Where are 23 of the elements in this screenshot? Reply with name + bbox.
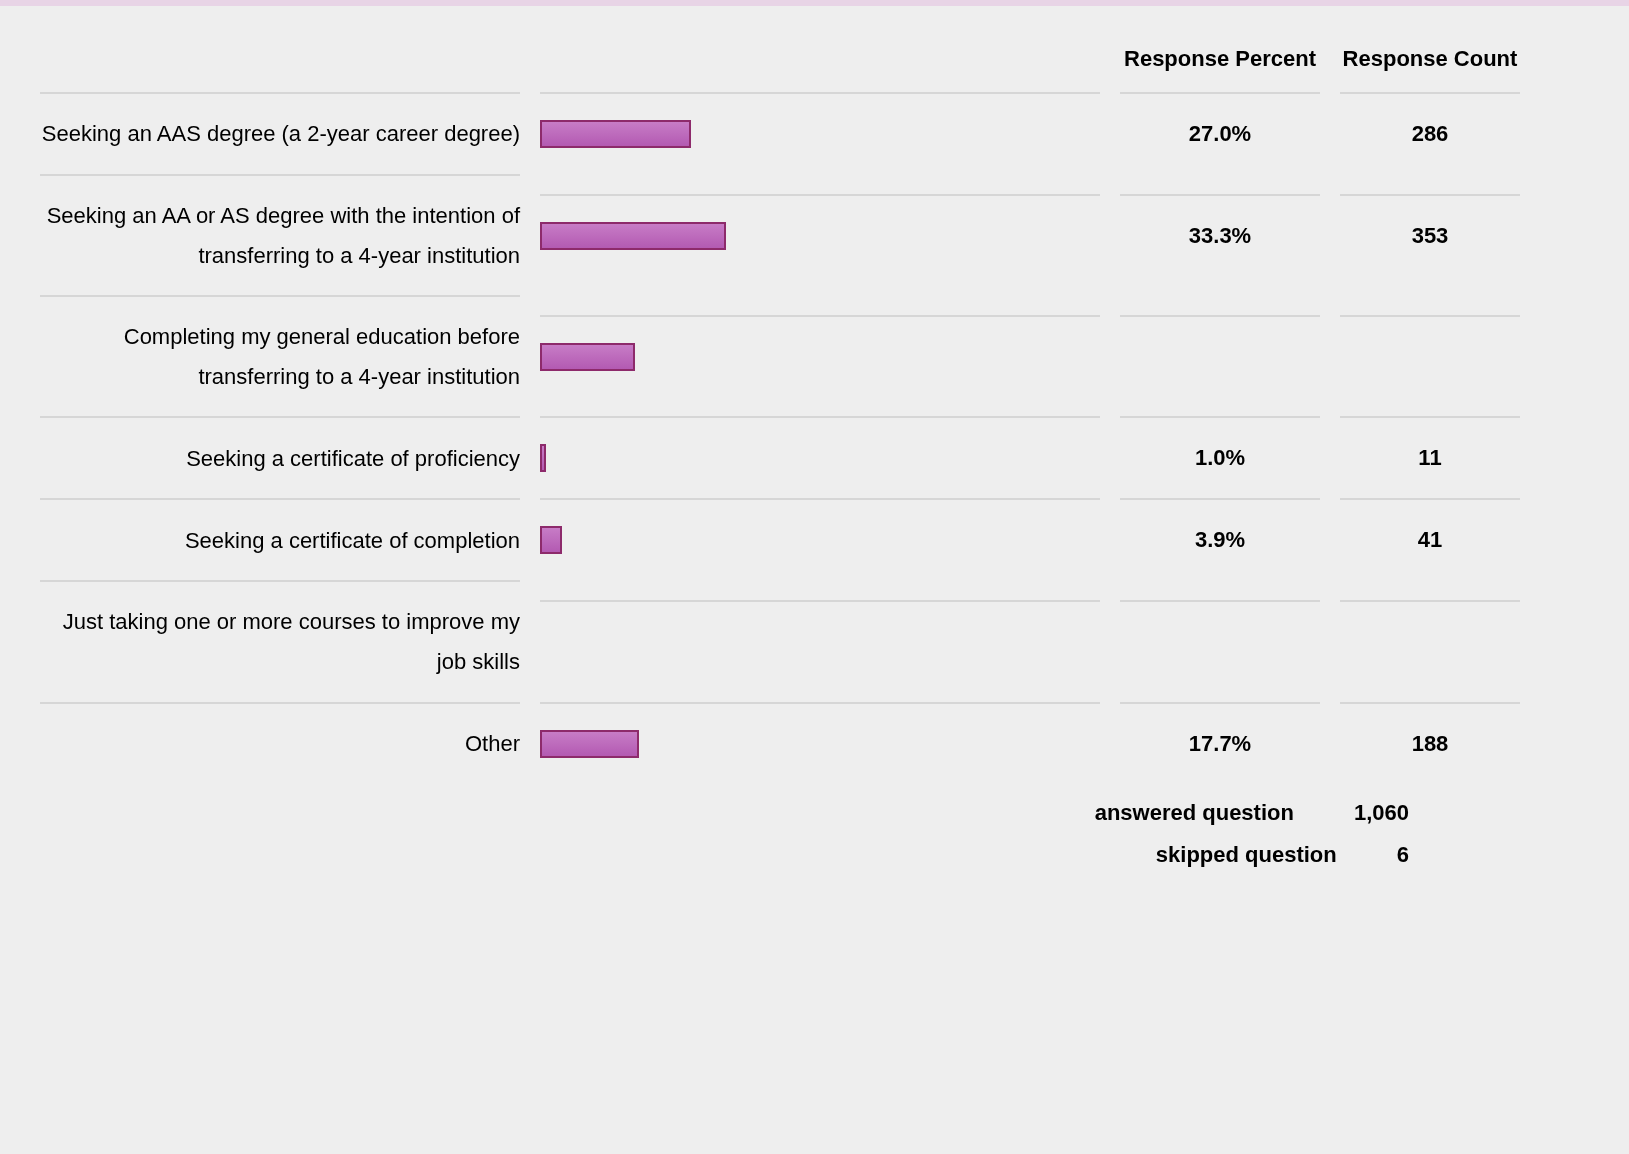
summary-label: answered question: [1094, 799, 1294, 826]
count-value: 286: [1411, 121, 1449, 147]
percent-value: 17.7%: [1188, 730, 1252, 757]
percent-value: 3.9%: [1194, 527, 1246, 554]
answer-label: Seeking a certificate of completion: [184, 526, 520, 555]
percent-value: 33.3%: [1188, 222, 1252, 249]
count-value: 188: [1411, 730, 1449, 757]
column-header: Response Percent: [1123, 45, 1317, 73]
column-header: Response Count: [1341, 45, 1519, 73]
answer-label: Seeking an AA or AS degree with the intention of transferring to a 4-year institution: [45, 202, 520, 270]
count-value: 353: [1411, 222, 1449, 249]
answer-label: Just taking one or more courses to improve my job skills: [61, 608, 520, 676]
answer-label: Completing my general education before transferring to a 4-year institution: [122, 323, 520, 391]
answer-label: Seeking a certificate of proficiency: [186, 444, 520, 473]
count-value: 41: [1417, 527, 1443, 554]
summary-count: 1,060: [1353, 799, 1409, 826]
answer-label: Seeking an AAS degree (a 2-year career degree): [41, 120, 520, 149]
percent-value: 27.0%: [1188, 121, 1252, 147]
answer-label: Other: [464, 729, 520, 758]
summary-label: skipped question: [1155, 841, 1337, 868]
percent-value: 1.0%: [1194, 445, 1246, 472]
summary-count: 6: [1396, 841, 1409, 868]
count-value: 11: [1418, 445, 1442, 472]
